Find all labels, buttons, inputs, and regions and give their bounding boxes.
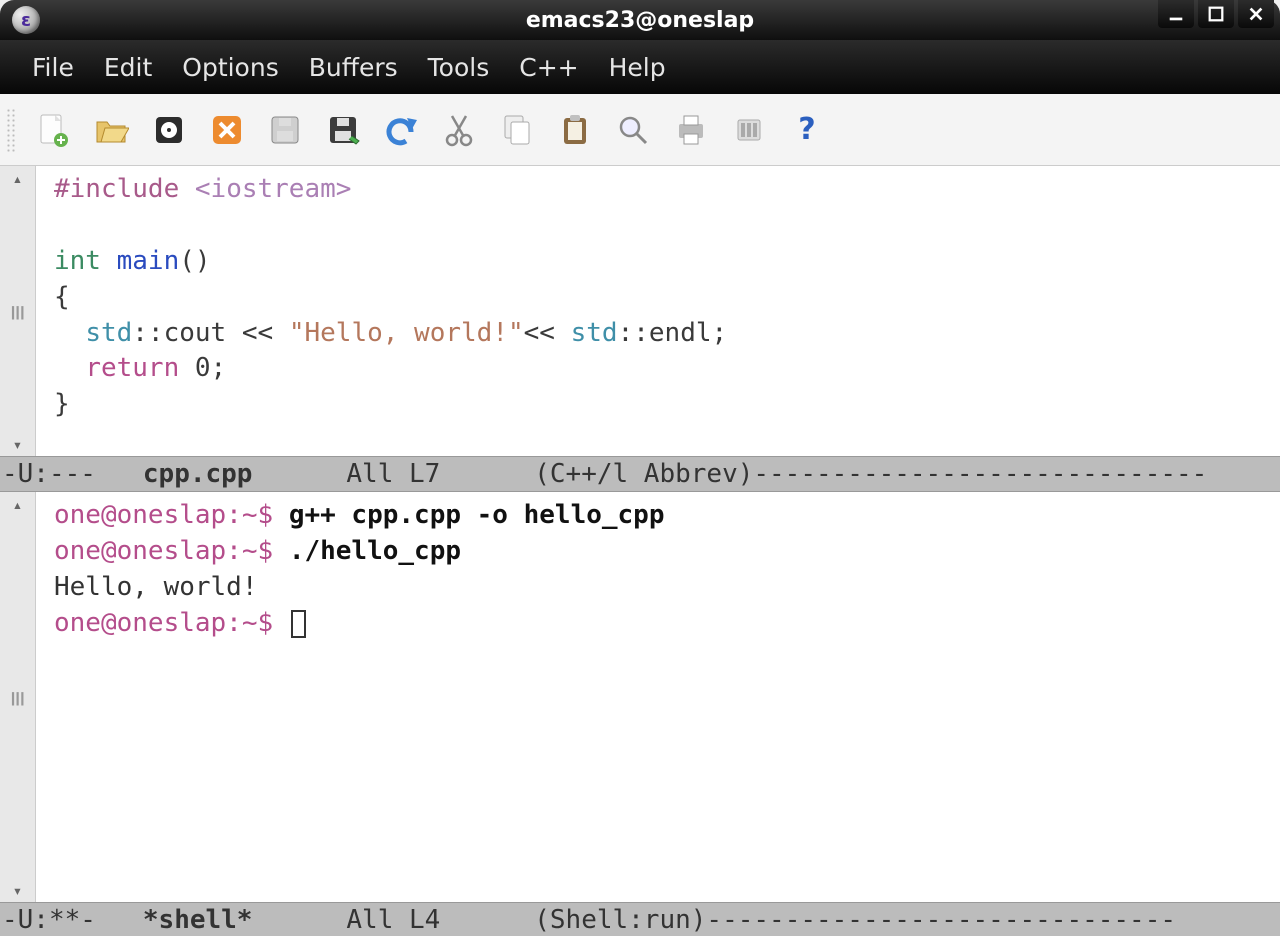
code-token: std xyxy=(85,318,132,348)
code-token xyxy=(54,353,85,383)
modeline-left: -U:--- xyxy=(2,459,112,489)
modeline-left: -U:**- xyxy=(2,905,112,935)
code-token: "Hello, world!" xyxy=(289,318,524,348)
menu-edit[interactable]: Edit xyxy=(98,49,158,86)
menu-help[interactable]: Help xyxy=(603,49,672,86)
toolbar: ? xyxy=(0,94,1280,166)
window-title: emacs23@oneslap xyxy=(526,8,754,33)
code-token: main xyxy=(101,246,179,276)
code-token: return xyxy=(85,353,179,383)
code-token: << xyxy=(524,318,571,348)
save-as-icon[interactable] xyxy=(322,109,364,151)
menu-options[interactable]: Options xyxy=(176,49,284,86)
shell-command: ./hello_cpp xyxy=(289,536,461,566)
shell-output: Hello, world! xyxy=(54,572,258,602)
modeline-mid: All L7 (C++/l Abbrev) xyxy=(252,459,753,489)
code-token: int xyxy=(54,246,101,276)
code-token: ::cout << xyxy=(132,318,289,348)
shell-command: g++ cpp.cpp -o hello_cpp xyxy=(289,500,665,530)
window-controls xyxy=(1158,0,1274,40)
menu-buffers[interactable]: Buffers xyxy=(303,49,404,86)
scroll-track[interactable]: ≡ xyxy=(0,190,35,432)
code-token: #include xyxy=(54,174,195,204)
minimize-button[interactable] xyxy=(1158,0,1194,28)
code-token: std xyxy=(571,318,618,348)
new-file-icon[interactable] xyxy=(32,109,74,151)
emacs-app-icon: ε xyxy=(12,6,40,34)
scroll-track[interactable]: ≡ xyxy=(0,516,35,878)
close-button[interactable] xyxy=(1238,0,1274,28)
menu-file[interactable]: File xyxy=(26,49,80,86)
shell-scrollbar[interactable]: ▴ ≡ ▾ xyxy=(0,492,36,902)
paste-icon[interactable] xyxy=(554,109,596,151)
code-token: 0; xyxy=(179,353,226,383)
shell-buffer[interactable]: one@oneslap:~$ g++ cpp.cpp -o hello_cpp … xyxy=(36,492,1280,902)
menu-tools[interactable]: Tools xyxy=(422,49,496,86)
print-icon[interactable] xyxy=(670,109,712,151)
close-file-icon[interactable] xyxy=(206,109,248,151)
copy-icon[interactable] xyxy=(496,109,538,151)
modeline-dashes: ------------------------------ xyxy=(706,905,1176,935)
preferences-icon[interactable] xyxy=(728,109,770,151)
code-token: { xyxy=(54,282,70,312)
code-token: } xyxy=(54,389,70,419)
code-token: <iostream> xyxy=(195,174,352,204)
search-icon[interactable] xyxy=(612,109,654,151)
code-token: () xyxy=(179,246,210,276)
menu-bar: File Edit Options Buffers Tools C++ Help xyxy=(0,40,1280,94)
code-pane: ▴ ≡ ▾ #include <iostream> int main() { s… xyxy=(0,166,1280,456)
save-icon[interactable] xyxy=(264,109,306,151)
title-bar: ε emacs23@oneslap xyxy=(0,0,1280,40)
shell-pane: ▴ ≡ ▾ one@oneslap:~$ g++ cpp.cpp -o hell… xyxy=(0,492,1280,902)
toolbar-grip[interactable] xyxy=(6,108,16,152)
text-cursor xyxy=(291,610,306,638)
code-token xyxy=(54,318,85,348)
open-folder-icon[interactable] xyxy=(90,109,132,151)
undo-icon[interactable] xyxy=(380,109,422,151)
modeline-shell[interactable]: -U:**- *shell* All L4 (Shell:run)-------… xyxy=(0,902,1280,936)
scroll-down-icon[interactable]: ▾ xyxy=(0,878,35,902)
code-editor[interactable]: #include <iostream> int main() { std::co… xyxy=(36,166,1280,456)
scroll-up-icon[interactable]: ▴ xyxy=(0,166,35,190)
scroll-up-icon[interactable]: ▴ xyxy=(0,492,35,516)
code-token: ::endl; xyxy=(618,318,728,348)
help-icon[interactable]: ? xyxy=(786,112,828,147)
disk-icon[interactable] xyxy=(148,109,190,151)
modeline-mid: All L4 (Shell:run) xyxy=(252,905,706,935)
maximize-button[interactable] xyxy=(1198,0,1234,28)
menu-cpp[interactable]: C++ xyxy=(513,49,584,86)
scroll-down-icon[interactable]: ▾ xyxy=(0,432,35,456)
code-scrollbar[interactable]: ▴ ≡ ▾ xyxy=(0,166,36,456)
cut-icon[interactable] xyxy=(438,109,480,151)
shell-prompt: one@oneslap:~$ xyxy=(54,500,289,530)
modeline-buffer-name: cpp.cpp xyxy=(112,459,253,489)
modeline-dashes: ----------------------------- xyxy=(753,459,1207,489)
shell-prompt: one@oneslap:~$ xyxy=(54,608,289,638)
shell-prompt: one@oneslap:~$ xyxy=(54,536,289,566)
modeline-buffer-name: *shell* xyxy=(112,905,253,935)
modeline-code[interactable]: -U:--- cpp.cpp All L7 (C++/l Abbrev)----… xyxy=(0,456,1280,492)
